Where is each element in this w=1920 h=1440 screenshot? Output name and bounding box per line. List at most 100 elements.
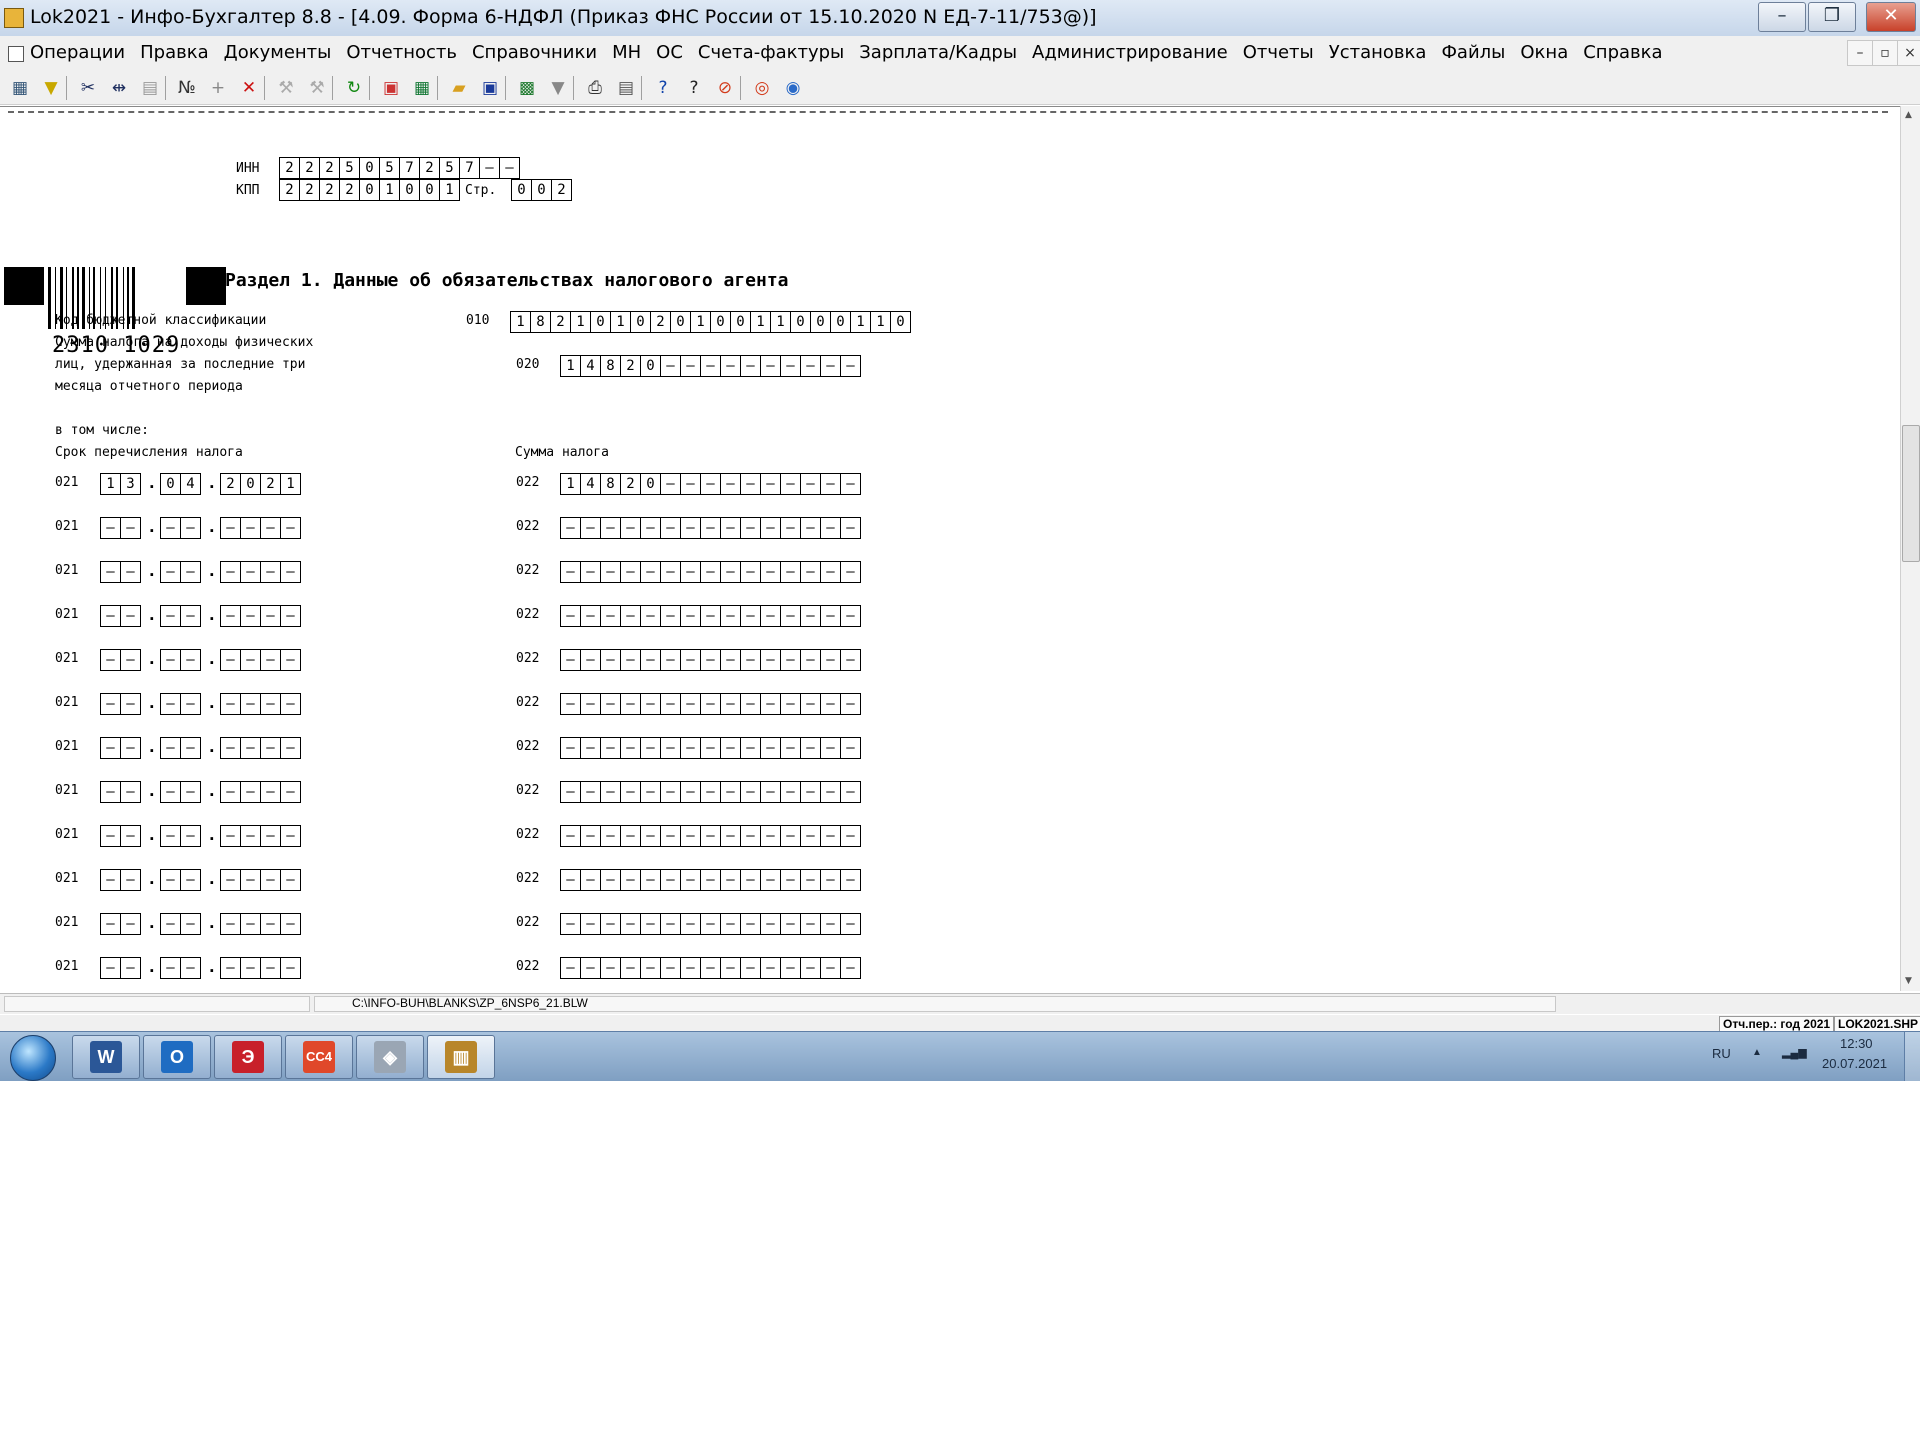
tax-sum-digit[interactable]: 4 [581, 356, 601, 376]
amount-digit[interactable]: – [701, 958, 721, 978]
amount-digit[interactable]: – [761, 562, 781, 582]
tax-amount-field[interactable]: – – – – – – – – – – – – – – – [560, 869, 861, 891]
inn-digit[interactable]: 5 [440, 158, 460, 178]
day-digit[interactable]: – [101, 826, 121, 846]
amount-digit[interactable]: – [781, 958, 801, 978]
tax-sum-digit[interactable]: 2 [621, 356, 641, 376]
print-icon[interactable]: ⎙ [584, 77, 606, 99]
month-digit[interactable]: – [161, 606, 181, 626]
tax-amount-field[interactable]: – – – – – – – – – – – – – – – [560, 913, 861, 935]
amount-digit[interactable]: – [601, 914, 621, 934]
tax-sum-digit[interactable]: – [661, 356, 681, 376]
amount-digit[interactable]: – [741, 518, 761, 538]
amount-digit[interactable]: – [781, 562, 801, 582]
year-digit[interactable]: – [261, 738, 281, 758]
amount-digit[interactable]: – [761, 782, 781, 802]
taskbar-app-button[interactable]: CC4 [285, 1035, 353, 1079]
amount-digit[interactable]: – [841, 518, 860, 538]
amount-digit[interactable]: – [781, 782, 801, 802]
day-digit[interactable]: – [101, 694, 121, 714]
amount-digit[interactable]: – [701, 782, 721, 802]
amount-digit[interactable]: – [561, 738, 581, 758]
amount-digit[interactable]: – [821, 870, 841, 890]
amount-digit[interactable]: – [721, 606, 741, 626]
month-digit[interactable]: – [181, 562, 200, 582]
amount-digit[interactable]: – [841, 870, 860, 890]
amount-digit[interactable]: – [581, 650, 601, 670]
amount-digit[interactable]: – [821, 606, 841, 626]
amount-digit[interactable]: – [721, 738, 741, 758]
amount-digit[interactable]: – [561, 958, 581, 978]
amount-digit[interactable]: – [621, 562, 641, 582]
page-digit[interactable]: 0 [532, 180, 552, 200]
amount-digit[interactable]: – [741, 474, 761, 494]
amount-digit[interactable]: – [681, 694, 701, 714]
kbk-digit[interactable]: 2 [651, 312, 671, 332]
amount-digit[interactable]: – [641, 782, 661, 802]
amount-digit[interactable]: – [601, 870, 621, 890]
amount-digit[interactable]: – [681, 650, 701, 670]
tax-amount-field[interactable]: – – – – – – – – – – – – – – – [560, 957, 861, 979]
menu-item[interactable]: Отчетность [346, 42, 457, 63]
amount-digit[interactable]: – [681, 738, 701, 758]
deadline-month-field[interactable]: – – [160, 517, 201, 539]
day-digit[interactable]: – [121, 694, 140, 714]
day-digit[interactable]: – [101, 562, 121, 582]
excel-icon[interactable]: ▩ [516, 77, 538, 99]
tool1-icon[interactable]: ⚒ [275, 77, 297, 99]
amount-digit[interactable]: – [821, 782, 841, 802]
year-digit[interactable]: – [261, 782, 281, 802]
year-digit[interactable]: – [241, 518, 261, 538]
amount-digit[interactable]: – [721, 518, 741, 538]
year-digit[interactable]: – [261, 958, 281, 978]
inn-digit[interactable]: 2 [280, 158, 300, 178]
amount-digit[interactable]: – [641, 826, 661, 846]
tax-sum-digit[interactable]: – [841, 356, 860, 376]
amount-digit[interactable]: – [601, 958, 621, 978]
year-digit[interactable]: – [241, 650, 261, 670]
tax-amount-field[interactable]: – – – – – – – – – – – – – – – [560, 737, 861, 759]
filter-icon[interactable]: ▼ [40, 77, 62, 99]
amount-digit[interactable]: – [761, 914, 781, 934]
amount-digit[interactable]: – [661, 694, 681, 714]
amount-digit[interactable]: – [761, 650, 781, 670]
year-digit[interactable]: – [241, 694, 261, 714]
month-digit[interactable]: 4 [181, 474, 200, 494]
amount-digit[interactable]: – [761, 958, 781, 978]
word-export-icon[interactable]: ▼ [547, 77, 569, 99]
year-digit[interactable]: – [241, 826, 261, 846]
web-icon[interactable]: ◉ [782, 77, 804, 99]
amount-digit[interactable]: – [781, 474, 801, 494]
deadline-day-field[interactable]: – – [100, 561, 141, 583]
day-digit[interactable]: – [121, 782, 140, 802]
amount-digit[interactable]: – [821, 562, 841, 582]
amount-digit[interactable]: – [801, 914, 821, 934]
year-digit[interactable]: – [221, 650, 241, 670]
deadline-year-field[interactable]: – – – – [220, 605, 301, 627]
kpp-digit[interactable]: 2 [300, 180, 320, 200]
year-digit[interactable]: – [221, 562, 241, 582]
amount-digit[interactable]: – [761, 870, 781, 890]
amount-digit[interactable]: – [841, 650, 860, 670]
amount-digit[interactable]: – [641, 518, 661, 538]
amount-digit[interactable]: – [581, 606, 601, 626]
year-digit[interactable]: – [281, 694, 300, 714]
amount-digit[interactable]: – [621, 606, 641, 626]
amount-digit[interactable]: – [741, 870, 761, 890]
clock-date[interactable]: 20.07.2021 [1822, 1056, 1887, 1071]
amount-digit[interactable]: – [561, 826, 581, 846]
amount-digit[interactable]: – [701, 650, 721, 670]
amount-digit[interactable]: – [561, 782, 581, 802]
year-digit[interactable]: – [241, 782, 261, 802]
month-digit[interactable]: – [161, 826, 181, 846]
year-digit[interactable]: – [221, 826, 241, 846]
amount-digit[interactable]: – [561, 650, 581, 670]
inn-digit[interactable]: 7 [460, 158, 480, 178]
amount-digit[interactable]: – [621, 650, 641, 670]
month-digit[interactable]: – [181, 826, 200, 846]
scroll-down-icon[interactable]: ▼ [1905, 976, 1912, 986]
amount-digit[interactable]: – [661, 782, 681, 802]
amount-digit[interactable]: – [741, 958, 761, 978]
amount-digit[interactable]: – [801, 650, 821, 670]
deadline-year-field[interactable]: – – – – [220, 561, 301, 583]
